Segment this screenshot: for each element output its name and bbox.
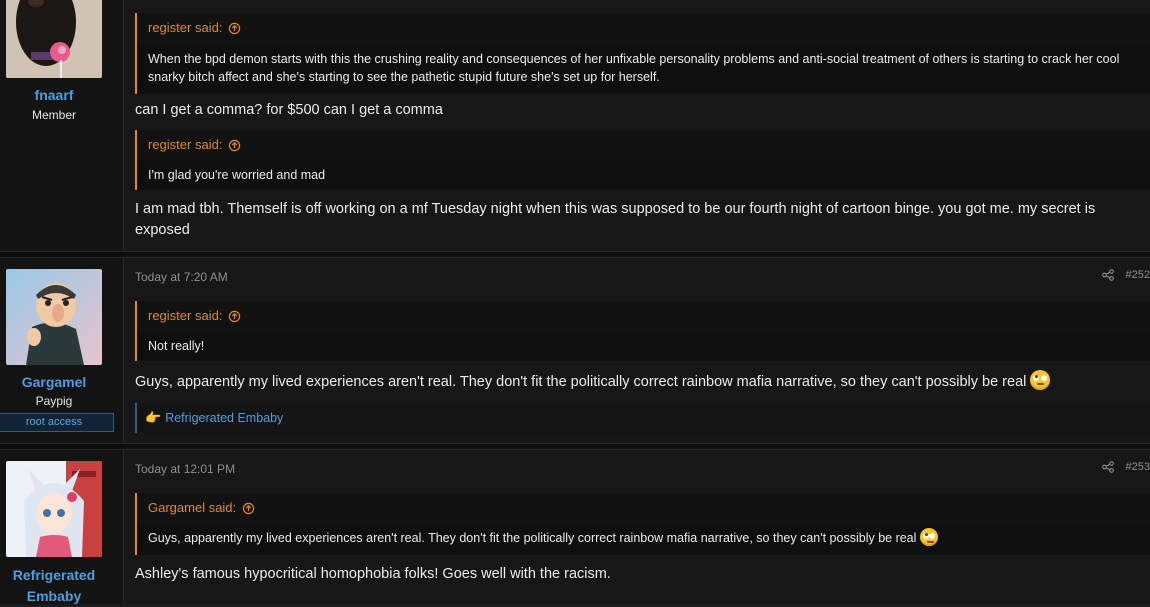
quote-author-label[interactable]: register said: — [148, 301, 222, 331]
post-timestamp[interactable]: Today at 12:01 PM — [135, 462, 235, 476]
arrow-up-circle-icon[interactable] — [228, 310, 241, 323]
post-message-text: Guys, apparently my lived experiences ar… — [135, 374, 1027, 390]
quote-text: Not really! — [137, 331, 1150, 361]
quote-block: register said: When the bpd demon starts… — [135, 13, 1150, 94]
post-separator — [0, 251, 1150, 258]
post-fnaarf: fnaarf Member register said: When the bp… — [0, 0, 1150, 251]
post-gargamel: Gargamel Paypig root access Today at 7:2… — [0, 258, 1150, 443]
post-body: register said: When the bpd demon starts… — [124, 0, 1150, 251]
arrow-up-circle-icon[interactable] — [228, 22, 241, 35]
share-icon[interactable] — [1101, 269, 1114, 281]
quote-author[interactable]: register said: — [137, 130, 1150, 160]
username[interactable]: Refrigerated Embaby — [0, 565, 108, 607]
quote-author-label[interactable]: register said: — [148, 13, 222, 43]
user-title: Member — [31, 108, 76, 122]
avatar[interactable] — [6, 461, 102, 557]
pointing-hand-icon: 👉 — [145, 410, 162, 425]
user-title: Paypig — [35, 394, 73, 408]
post-timestamp[interactable]: Today at 7:20 AM — [135, 270, 228, 284]
user-banner: root access — [0, 413, 114, 432]
user-sidebar: Refrigerated Embaby — [0, 450, 124, 604]
quote-author-label[interactable]: register said: — [148, 130, 222, 160]
share-icon[interactable] — [1101, 461, 1114, 473]
gargamel-avatar-image — [6, 269, 102, 365]
quote-text: When the bpd demon starts with this the … — [137, 43, 1150, 94]
username[interactable]: fnaarf — [0, 85, 108, 106]
anime-avatar-image — [6, 461, 102, 557]
post-message: I am mad tbh. Themself is off working on… — [135, 201, 1096, 238]
quote-block: register said: I'm glad you're worried a… — [135, 130, 1150, 190]
post-number[interactable]: #252 — [1126, 269, 1150, 281]
rolling-eyes-emoji-icon — [1030, 370, 1051, 390]
post-body: Today at 12:01 PM #253 Gargamel said: Gu… — [124, 450, 1150, 604]
post-actions: #253 — [1101, 461, 1150, 473]
quote-text: I'm glad you're worried and mad — [137, 160, 1150, 190]
reaction-bar[interactable]: 👉 Refrigerated Embaby — [135, 403, 1150, 433]
quote-author-label[interactable]: Gargamel said: — [148, 493, 236, 523]
reaction-user[interactable]: Refrigerated Embaby — [165, 411, 283, 425]
dog-avatar-image — [6, 0, 102, 78]
quote-author[interactable]: register said: — [137, 13, 1150, 43]
rolling-eyes-emoji-icon — [919, 528, 938, 546]
avatar[interactable] — [6, 269, 102, 365]
arrow-up-circle-icon[interactable] — [228, 139, 241, 152]
quote-text: Guys, apparently my lived experiences ar… — [137, 523, 1150, 555]
post-body: Today at 7:20 AM #252 register said: Not… — [124, 258, 1150, 443]
quote-block: register said: Not really! — [135, 301, 1150, 361]
quote-text-content: Guys, apparently my lived experiences ar… — [148, 531, 917, 545]
arrow-up-circle-icon[interactable] — [242, 502, 255, 515]
username[interactable]: Gargamel — [0, 372, 108, 393]
post-message: can I get a comma? for $500 can I get a … — [135, 102, 443, 118]
post-message: Guys, apparently my lived experiences ar… — [135, 370, 1138, 393]
post-separator — [0, 443, 1150, 450]
post-actions: #252 — [1101, 269, 1150, 281]
quote-block: Gargamel said: Guys, apparently my lived… — [135, 493, 1150, 555]
avatar[interactable] — [6, 0, 102, 78]
quote-author[interactable]: Gargamel said: — [137, 493, 1150, 523]
post-number[interactable]: #253 — [1126, 461, 1150, 473]
post-refrigerated-embaby: Refrigerated Embaby Today at 12:01 PM #2… — [0, 450, 1150, 604]
post-message: Ashley's famous hypocritical homophobia … — [135, 566, 611, 582]
user-sidebar: fnaarf Member — [0, 0, 124, 251]
quote-author[interactable]: register said: — [137, 301, 1150, 331]
user-sidebar: Gargamel Paypig root access — [0, 258, 124, 443]
